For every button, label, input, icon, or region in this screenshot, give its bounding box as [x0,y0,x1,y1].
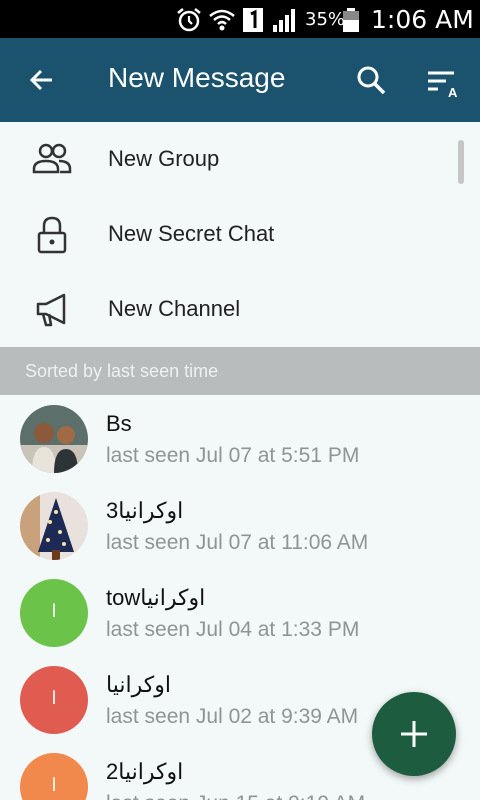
new-group-item[interactable]: New Group [0,122,480,197]
battery-percent: 35% [305,9,346,30]
sim-icon [243,8,263,32]
megaphone-icon [36,293,66,327]
contact-last-seen: last seen Jul 07 at 11:06 AM [106,531,369,554]
lock-icon [37,216,67,254]
contact-last-seen: last seen Jul 07 at 5:51 PM [106,444,360,467]
avatar [20,492,88,560]
section-header-label: Sorted by last seen time [25,361,219,381]
new-contact-fab[interactable] [372,692,456,776]
contact-last-seen: last seen Jul 02 at 9:39 AM [106,705,359,728]
contact-name: Bs [106,411,132,436]
signal-icon [273,9,295,32]
menu-item-label: New Channel [108,296,241,321]
app-bar: New Message A [0,38,480,122]
clock: 1:06 AM [371,5,474,34]
contact-name: اوكرانيا3 [106,498,184,523]
new-channel-item[interactable]: New Channel [0,272,480,347]
svg-text:A: A [448,85,458,100]
back-arrow-icon[interactable] [24,62,60,98]
contact-last-seen: last seen Jul 04 at 1:33 PM [106,618,360,641]
scrollbar-thumb[interactable] [458,140,464,184]
avatar [20,405,88,473]
avatar-initial: ا [51,775,57,795]
status-bar: 35% 1:06 AM [0,0,480,38]
contact-name: اوكرانيا2 [106,759,184,784]
menu-item-label: New Group [108,146,220,171]
contact-last-seen: last seen Jun 15 at 9:19 AM [106,792,365,800]
plus-icon [401,721,427,747]
contact-name: towاوكرانيا [106,585,206,610]
battery-icon [343,8,359,32]
avatar-initial: ا [51,601,57,621]
wifi-icon [209,9,235,31]
group-icon [32,143,72,174]
sort-icon[interactable]: A [424,64,462,100]
alarm-icon [177,8,201,32]
page-title: New Message [108,62,286,93]
avatar: ا [20,753,88,800]
contact-row[interactable]: اوكرانيا3 last seen Jul 07 at 11:06 AM [0,482,480,569]
section-header: Sorted by last seen time [0,347,480,395]
new-secret-chat-item[interactable]: New Secret Chat [0,197,480,272]
contact-row[interactable]: ا towاوكرانيا last seen Jul 04 at 1:33 P… [0,569,480,656]
contact-name: اوكرانيا [106,672,171,697]
new-message-menu: New Group New Secret Chat New Channel [0,122,480,347]
search-icon[interactable] [353,62,389,98]
avatar-initial: ا [51,688,57,708]
menu-item-label: New Secret Chat [108,221,275,246]
contact-row[interactable]: Bs last seen Jul 07 at 5:51 PM [0,395,480,482]
avatar: ا [20,666,88,734]
avatar: ا [20,579,88,647]
